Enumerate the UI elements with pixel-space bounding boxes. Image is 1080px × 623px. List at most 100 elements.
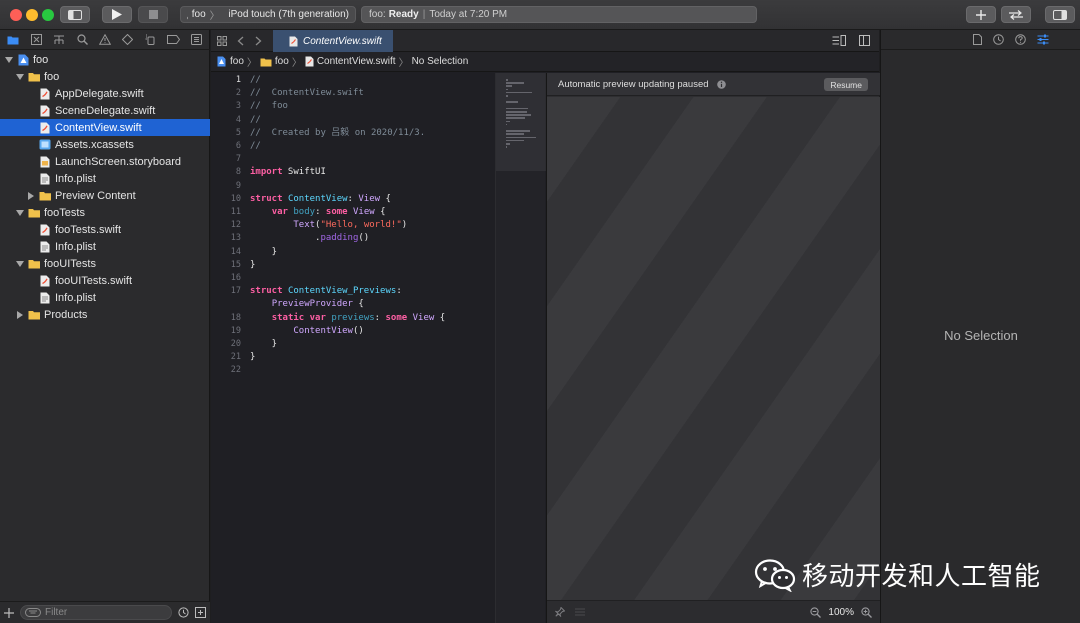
disclosure-triangle-icon[interactable] [15,259,25,269]
pin-icon[interactable] [555,607,565,617]
attributes-inspector-icon[interactable] [1037,34,1049,45]
minimize-window-button[interactable] [26,9,38,21]
sidebar-right-icon [1053,9,1067,20]
tree-item[interactable]: fooUITests [0,255,210,272]
tree-item[interactable]: foo [0,51,210,68]
jumpbar-project[interactable]: foo [230,56,244,67]
project-navigator-tab[interactable] [6,33,20,47]
grid-icon[interactable] [217,36,227,46]
activity-viewer: foo: Ready | Today at 7:20 PM [361,6,757,23]
tree-item[interactable]: AppDelegate.swift [0,85,210,102]
issue-navigator-tab[interactable] [98,33,112,47]
code-editor[interactable]: // // ContentView.swift // foo // // Created… [250,73,495,623]
code-line[interactable]: } [250,338,277,351]
code-line[interactable]: Text("Hello, world!") [250,219,407,232]
jumpbar-symbol[interactable]: No Selection [412,56,469,67]
tree-item[interactable]: Info.plist [0,238,210,255]
code-line[interactable]: var body: some View { [250,206,386,219]
line-number: 20 [230,339,241,349]
info-icon[interactable] [716,79,726,89]
code-line[interactable]: } [250,259,255,272]
tree-item[interactable]: Info.plist [0,289,210,306]
breakpoint-navigator-tab[interactable] [167,33,181,47]
source-control-tab[interactable] [29,33,43,47]
tab-contentview[interactable]: ContentView.swift [273,30,393,52]
disclosure-triangle-icon[interactable] [15,208,25,218]
tree-item[interactable]: Assets.xcassets [0,136,210,153]
code-line[interactable]: ContentView() [250,325,363,338]
line-number: 9 [235,180,241,191]
disclosure-triangle-icon[interactable] [4,55,14,65]
history-inspector-icon[interactable] [993,34,1004,45]
minimap-viewport[interactable] [496,73,546,171]
zoom-level[interactable]: 100% [828,607,854,618]
disclosure-triangle-icon[interactable] [26,191,36,201]
chevron-right-icon[interactable] [255,36,262,46]
code-line[interactable]: } [250,246,277,259]
code-review-button[interactable] [1001,6,1031,23]
code-line[interactable]: static var previews: some View { [250,312,445,325]
tree-item[interactable]: foo [0,68,210,85]
disclosure-triangle-icon[interactable] [15,310,25,320]
tree-item[interactable]: SceneDelegate.swift [0,102,210,119]
tree-item[interactable]: Preview Content [0,187,210,204]
tree-item[interactable]: Products [0,306,210,323]
close-window-button[interactable] [10,9,22,21]
chevron-right-icon: 〉 [291,58,302,69]
code-line[interactable]: import SwiftUI [250,166,326,179]
report-navigator-tab[interactable] [189,33,203,47]
code-line[interactable]: } [250,351,255,364]
recent-files-icon[interactable] [178,607,189,618]
code-line[interactable]: // [250,74,261,87]
resume-button[interactable]: Resume [824,78,868,91]
filter-field[interactable]: Filter [20,605,172,620]
file-inspector-icon[interactable] [973,34,982,45]
preview-area[interactable] [547,97,880,600]
code-line[interactable]: struct ContentView_Previews: [250,285,402,298]
code-line[interactable]: // ContentView.swift [250,87,364,100]
debug-navigator-tab[interactable] [144,33,158,47]
run-button[interactable] [102,6,132,23]
minimap[interactable] [495,73,546,623]
add-file-icon[interactable] [4,607,14,618]
code-line[interactable]: .padding() [250,232,369,245]
zoom-in-icon[interactable] [861,606,872,618]
disclosure-triangle-icon[interactable] [15,72,25,82]
test-navigator-tab[interactable] [121,33,135,47]
code-line[interactable]: // [250,114,261,127]
toggle-navigator-button[interactable] [60,6,90,23]
toggle-inspector-button[interactable] [1045,6,1075,23]
stop-button[interactable] [138,6,168,23]
scheme-selector[interactable]: foo 〉 iPod touch (7th generation) [180,6,356,23]
code-line[interactable]: PreviewProvider { [250,298,364,311]
chevron-left-icon[interactable] [237,36,244,46]
library-button[interactable] [966,6,996,23]
tree-item[interactable]: LaunchScreen.storyboard [0,153,210,170]
split-editor-icon[interactable] [859,35,870,46]
symbol-navigator-tab[interactable] [52,33,66,47]
watermark: 移动开发和人工智能 [754,556,1041,593]
jumpbar-group[interactable]: foo [275,56,289,67]
code-line[interactable]: // [250,140,261,153]
find-navigator-tab[interactable] [75,33,89,47]
tree-item[interactable]: fooTests [0,204,210,221]
list-icon[interactable] [575,608,585,616]
minimap-line [506,79,508,81]
code-line[interactable]: struct ContentView: View { [250,193,391,206]
code-token: } [250,246,278,257]
tree-item[interactable]: Info.plist [0,170,210,187]
editor-options-icon[interactable] [832,35,846,46]
tree-item[interactable]: fooUITests.swift [0,272,210,289]
code-line[interactable]: // foo [250,100,288,113]
inspector-panel: No Selection [880,30,1080,623]
tree-item[interactable]: ContentView.swift [0,119,210,136]
code-line[interactable]: // Created by 吕毅 on 2020/11/3. [250,127,425,140]
zoom-window-button[interactable] [42,9,54,21]
zoom-out-icon[interactable] [810,606,822,618]
source-control-filter-icon[interactable] [195,607,206,618]
jumpbar-file[interactable]: ContentView.swift [317,56,396,67]
tree-item[interactable]: fooTests.swift [0,221,210,238]
help-inspector-icon[interactable] [1015,34,1026,45]
folder-icon [28,310,40,319]
